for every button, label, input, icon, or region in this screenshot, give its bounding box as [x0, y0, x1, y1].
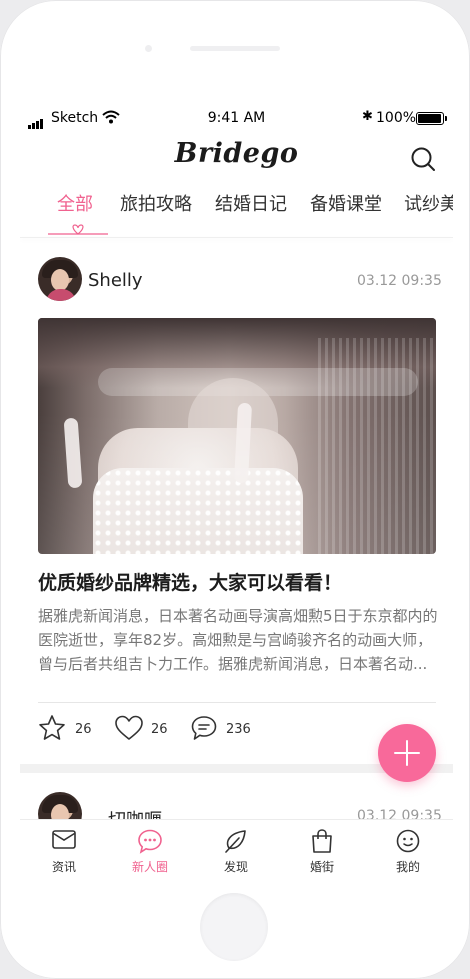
bluetooth-icon: ✱ — [362, 109, 373, 124]
comment-action[interactable]: 236 — [190, 714, 260, 744]
battery-percent: 100% — [376, 110, 417, 126]
home-button[interactable] — [200, 893, 268, 961]
comment-icon — [191, 716, 217, 740]
nav-news[interactable]: 资讯 — [24, 820, 104, 877]
like-count: 26 — [151, 722, 168, 737]
nav-label: 新人圈 — [131, 860, 168, 874]
tab-dress-trial[interactable]: 试纱美 — [404, 190, 453, 216]
post-author[interactable]: Shelly — [88, 270, 143, 291]
battery-icon — [416, 112, 447, 125]
nav-label: 我的 — [395, 860, 420, 874]
like-action[interactable]: 26 — [114, 714, 174, 744]
nav-profile[interactable]: 我的 — [368, 820, 448, 877]
nav-discover[interactable]: 发现 — [196, 820, 276, 877]
status-bar: Sketch 9:41 AM ✱ 100% — [20, 104, 453, 132]
front-camera — [145, 45, 152, 52]
tab-wedding-diary[interactable]: 结婚日记 — [215, 190, 287, 216]
heart-icon — [115, 715, 143, 740]
search-icon[interactable] — [410, 146, 436, 172]
category-tabs: 全部 旅拍攻略 结婚日记 备婚课堂 试纱美 — [20, 190, 453, 238]
nav-label: 发现 — [223, 860, 248, 874]
tab-all[interactable]: 全部 — [57, 190, 93, 216]
leaf-icon — [225, 830, 246, 853]
app-logo: Bridego — [174, 138, 299, 169]
nav-label: 资讯 — [51, 860, 76, 874]
app-screen: Sketch 9:41 AM ✱ 100% Bridego 全部 旅拍攻略 结婚… — [20, 104, 453, 877]
comment-count: 236 — [226, 722, 251, 737]
tab-wedding-class[interactable]: 备婚课堂 — [310, 190, 382, 216]
earpiece-speaker — [190, 46, 280, 51]
nav-label: 婚街 — [309, 860, 334, 874]
tabs-divider — [20, 237, 453, 238]
star-icon — [39, 715, 65, 740]
shopping-bag-icon — [312, 829, 332, 853]
avatar[interactable] — [38, 257, 82, 301]
bottom-nav: 资讯 新人圈 发现 婚街 我的 — [20, 819, 453, 877]
post-divider — [38, 702, 436, 703]
nav-newlyweds-circle[interactable]: 新人圈 — [110, 820, 190, 877]
active-tab-indicator — [48, 224, 108, 235]
chat-bubble-icon — [138, 829, 162, 854]
tab-travel-photo[interactable]: 旅拍攻略 — [120, 190, 192, 216]
post-time: 03.12 09:35 — [357, 273, 442, 289]
post-title[interactable]: 优质婚纱品牌精选，大家可以看看！ — [38, 568, 438, 595]
phone-frame: Sketch 9:41 AM ✱ 100% Bridego 全部 旅拍攻略 结婚… — [0, 0, 470, 979]
star-count: 26 — [75, 722, 92, 737]
add-post-button[interactable] — [378, 724, 436, 782]
nav-wedding-street[interactable]: 婚街 — [282, 820, 362, 877]
post-excerpt[interactable]: 据雅虎新闻消息，日本著名动画导演高畑勲5日于东京都内的医院逝世，享年82岁。高畑… — [38, 604, 440, 676]
mail-icon — [52, 830, 76, 849]
star-action[interactable]: 26 — [38, 714, 98, 744]
post-image-wedding-dress[interactable] — [38, 318, 436, 554]
smiley-icon — [396, 829, 420, 853]
